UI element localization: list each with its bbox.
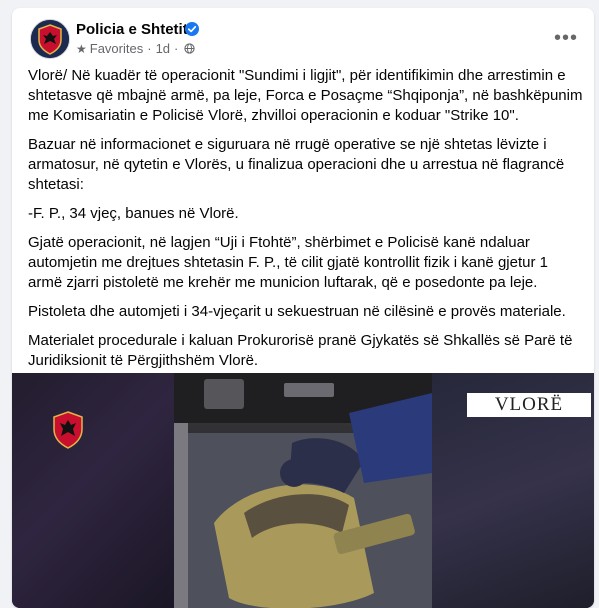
post-time[interactable]: 1d [156, 41, 170, 56]
more-options-icon: ••• [553, 27, 578, 49]
post-card: Policia e Shtetit ★ Favorites · 1d · •••… [12, 8, 594, 608]
page-avatar[interactable] [30, 19, 70, 59]
post-text: Vlorë/ Në kuadër të operacionit "Sundimi… [28, 66, 586, 380]
post-paragraph: -F. P., 34 vjeç, banues në Vlorë. [28, 205, 239, 222]
location-label: VLORË [467, 393, 591, 417]
video-panel-center [174, 373, 432, 608]
more-options-button[interactable]: ••• [552, 24, 580, 52]
star-icon: ★ [76, 41, 87, 56]
post-paragraph: Vlorë/ Në kuadër të operacionit "Sundimi… [28, 67, 583, 124]
post-header: Policia e Shtetit ★ Favorites · 1d · ••• [12, 8, 594, 68]
post-meta: ★ Favorites · 1d · [76, 41, 196, 56]
verified-badge-icon [185, 22, 199, 36]
post-paragraph: Bazuar në informacionet e siguruara në r… [28, 136, 565, 193]
meta-separator: · [147, 41, 152, 56]
post-paragraph: Gjatë operacionit, në lagjen “Uji i Ftoh… [28, 234, 548, 291]
page-name[interactable]: Policia e Shtetit [76, 21, 188, 38]
video-panel-left [12, 373, 174, 608]
police-emblem-icon [31, 20, 69, 58]
meta-separator: · [174, 41, 179, 56]
post-paragraph: Pistoleta dhe automjeti i 34-vjeçarit u … [28, 303, 566, 320]
police-emblem-icon [53, 411, 83, 449]
post-video[interactable]: VLORË [12, 373, 594, 608]
evidence-bag-scene [174, 373, 432, 608]
globe-icon [184, 43, 196, 54]
audience-label[interactable]: Favorites [90, 41, 143, 56]
post-paragraph: Materialet procedurale i kaluan Prokuror… [28, 332, 573, 369]
